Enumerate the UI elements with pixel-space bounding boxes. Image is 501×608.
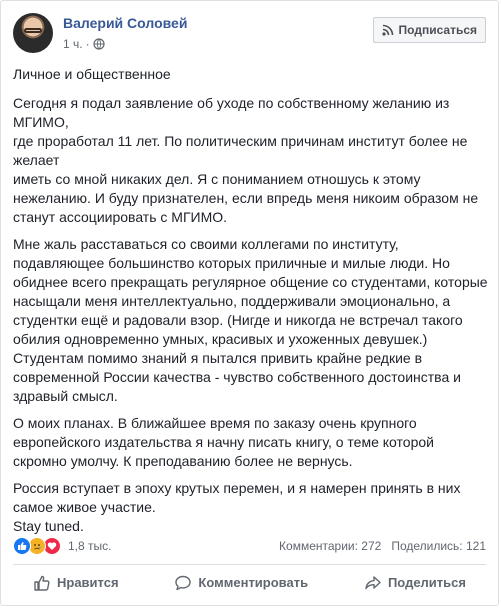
text-line: европейского издательства я начну писать… bbox=[13, 434, 434, 450]
subscribe-label: Подписаться bbox=[398, 23, 477, 37]
text-line: скромно умолчу. К преподаванию более не … bbox=[13, 453, 353, 469]
comment-button[interactable]: Комментировать bbox=[174, 574, 308, 592]
post-paragraph-2: Мне жаль расставаться со своими коллегам… bbox=[13, 235, 488, 406]
share-button[interactable]: Поделиться bbox=[364, 574, 466, 592]
comments-count[interactable]: Комментарии: 272 bbox=[279, 539, 381, 553]
post-title-text: Личное и общественное bbox=[13, 66, 171, 82]
comment-label: Комментировать bbox=[198, 575, 309, 590]
shares-count[interactable]: Поделились: 121 bbox=[391, 539, 486, 553]
text-line: Сегодня я подал заявление об уходе по со… bbox=[13, 95, 450, 111]
share-label: Поделиться bbox=[387, 575, 466, 590]
globe-icon bbox=[92, 38, 105, 50]
text-line: Мне жаль расставаться со своими коллегам… bbox=[13, 236, 399, 252]
text-line: самое живое участие. bbox=[13, 499, 156, 515]
text-line: иметь со мной никаких дел. Я с понимание… bbox=[13, 171, 421, 187]
text-line: Россия вступает в эпоху крутых перемен, … bbox=[13, 480, 461, 496]
like-reaction-icon bbox=[13, 537, 31, 555]
text-line: МГИМО, bbox=[13, 114, 69, 130]
text-line: желает bbox=[13, 152, 60, 168]
post-paragraph-4: Россия вступает в эпоху крутых перемен, … bbox=[13, 479, 483, 536]
share-arrow-icon bbox=[364, 574, 382, 592]
post-paragraph-3: О моих планах. В ближайшее время по зака… bbox=[13, 414, 483, 471]
text-line: Студентам помимо знаний я пытался привит… bbox=[13, 350, 423, 366]
text-line: станут ассоциировать с МГИМО. bbox=[13, 209, 228, 225]
like-label: Нравится bbox=[57, 575, 119, 590]
post-stats: 1,8 тыс. Комментарии: 272 Поделились: 12… bbox=[13, 534, 486, 558]
post-time[interactable]: 1 ч. bbox=[63, 37, 83, 51]
author-name[interactable]: Валерий Соловей bbox=[63, 15, 187, 31]
post-meta: 1 ч. · bbox=[63, 37, 105, 51]
post-header: Валерий Соловей 1 ч. · Подписаться bbox=[13, 13, 486, 57]
reactions-count: 1,8 тыс. bbox=[68, 539, 112, 553]
facebook-post: Валерий Соловей 1 ч. · Подписаться Лично… bbox=[0, 0, 499, 606]
thumbs-up-icon bbox=[33, 574, 51, 592]
text-line: подавляющее большинство которых приличны… bbox=[13, 255, 450, 271]
text-line: студентки ещё и радовали взор. (Нигде и … bbox=[13, 312, 463, 328]
speech-bubble-icon bbox=[174, 574, 192, 592]
text-line: обилия одновременно умных, красивых и ух… bbox=[13, 331, 428, 347]
post-paragraph-1: Сегодня я подал заявление об уходе по со… bbox=[13, 94, 483, 227]
post-actions: Нравится Комментировать Поделиться bbox=[13, 564, 486, 600]
text-line: обиднее всего прекращать регулярное обще… bbox=[13, 274, 488, 290]
post-body: Личное и общественное Сегодня я подал за… bbox=[13, 65, 488, 544]
text-line: современной России качества - чувство со… bbox=[13, 369, 461, 385]
text-line: где проработал 11 лет. По политическим п… bbox=[13, 133, 468, 149]
post-title: Личное и общественное bbox=[13, 65, 483, 84]
like-button[interactable]: Нравится bbox=[33, 574, 119, 592]
text-line: здравый смысл. bbox=[13, 388, 118, 404]
text-line: нежеланию. И буду признателен, если впре… bbox=[13, 190, 479, 206]
avatar[interactable] bbox=[13, 13, 53, 53]
text-line: насыщали меня интеллектуально, поддержив… bbox=[13, 293, 451, 309]
subscribe-button[interactable]: Подписаться bbox=[372, 17, 486, 43]
rss-icon bbox=[381, 24, 394, 36]
reactions-summary[interactable]: 1,8 тыс. bbox=[13, 537, 111, 555]
text-line: О моих планах. В ближайшее время по зака… bbox=[13, 415, 417, 431]
